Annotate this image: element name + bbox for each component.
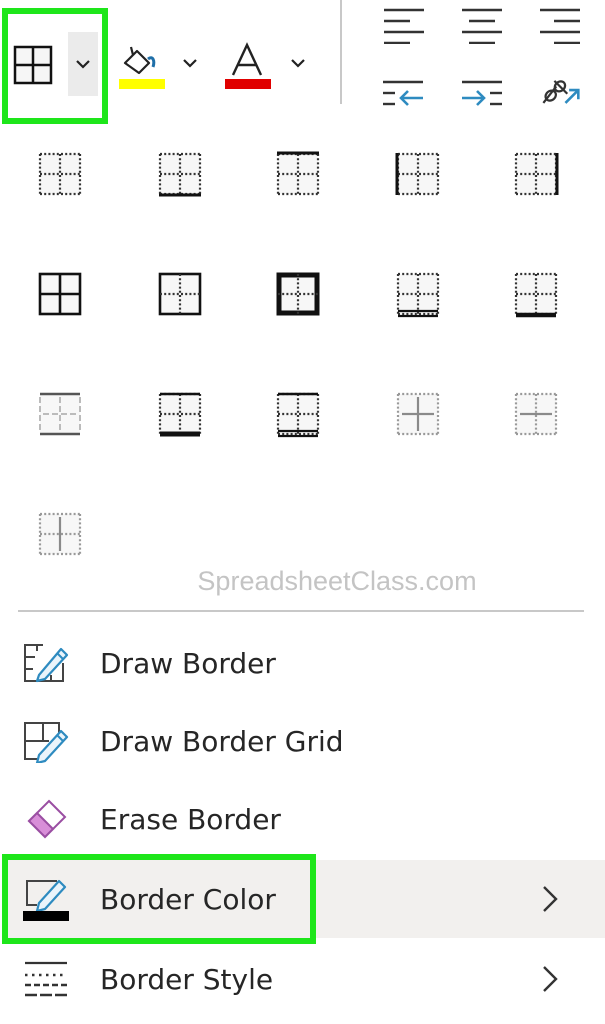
menu-item-border-style[interactable]: Border Style	[8, 940, 605, 1018]
inside-borders-icon	[396, 392, 440, 436]
font-color-dropdown-button[interactable]	[284, 40, 312, 86]
right-border-icon	[514, 152, 559, 196]
menu-item-erase-border[interactable]: Erase Border	[8, 780, 605, 858]
chevron-right-icon	[535, 962, 565, 996]
border-preset-inside-borders[interactable]	[388, 384, 448, 444]
chevron-down-icon	[183, 59, 197, 68]
thick-bottom-border-icon	[514, 272, 558, 318]
borders-dropdown-button[interactable]	[68, 32, 98, 96]
decrease-indent-icon	[383, 80, 423, 106]
draw-border-icon	[16, 638, 76, 688]
borders-button[interactable]	[10, 40, 56, 90]
watermark-text: SpreadsheetClass.com	[197, 566, 477, 596]
ribbon-toolbar	[0, 0, 605, 108]
font-color-swatch	[225, 79, 271, 89]
outside-borders-icon	[158, 272, 202, 316]
border-preset-inside-horizontal-border[interactable]	[506, 384, 566, 444]
align-left-icon	[384, 8, 424, 44]
borders-icon	[13, 45, 53, 85]
align-left-button[interactable]	[380, 4, 426, 44]
border-preset-top-border[interactable]	[268, 144, 328, 204]
border-preset-top-and-double-bottom-border[interactable]	[268, 384, 328, 444]
menu-item-draw-border-grid[interactable]: Draw Border Grid	[8, 702, 605, 780]
inside-horizontal-border-icon	[514, 392, 558, 436]
increase-indent-button[interactable]	[459, 76, 505, 106]
border-preset-bottom-double-border[interactable]	[388, 264, 448, 324]
menu-divider	[18, 610, 584, 612]
top-and-double-bottom-border-icon	[276, 392, 320, 438]
border-style-icon	[16, 954, 76, 1004]
toolbar-separator	[340, 0, 342, 104]
no-border-icon	[38, 152, 82, 196]
top-and-thick-bottom-border-icon	[158, 392, 202, 437]
border-color-icon	[16, 874, 76, 924]
eraser-icon	[16, 794, 76, 844]
align-center-button[interactable]	[459, 4, 505, 44]
align-center-icon	[462, 8, 502, 44]
border-preset-all-borders[interactable]	[30, 264, 90, 324]
chevron-right-icon	[535, 882, 565, 916]
menu-item-draw-border[interactable]: Draw Border	[8, 624, 605, 702]
thick-outside-borders-icon	[276, 272, 320, 316]
fill-color-dropdown-button[interactable]	[176, 40, 204, 86]
border-preset-no-border[interactable]	[30, 144, 90, 204]
border-preset-right-border[interactable]	[506, 144, 566, 204]
menu-item-border-color[interactable]: Border Color	[8, 860, 605, 938]
increase-indent-icon	[462, 80, 502, 106]
menu-item-label: Draw Border	[100, 646, 276, 680]
border-preset-left-border[interactable]	[388, 144, 448, 204]
top-border-icon	[276, 151, 320, 196]
border-preset-top-and-thick-bottom-border[interactable]	[150, 384, 210, 444]
border-preset-outside-borders[interactable]	[150, 264, 210, 324]
draw-border-grid-icon	[16, 716, 76, 766]
fill-color-swatch	[119, 79, 165, 89]
decrease-indent-button[interactable]	[380, 76, 426, 106]
fill-color-button[interactable]	[116, 40, 168, 92]
align-right-button[interactable]	[538, 4, 584, 44]
menu-item-label: Border Color	[100, 882, 276, 916]
align-right-icon	[540, 8, 580, 44]
border-preset-thick-outside-borders[interactable]	[268, 264, 328, 324]
border-preset-top-and-bottom-border[interactable]	[30, 384, 90, 444]
menu-item-label: Border Style	[100, 962, 274, 996]
border-preset-bottom-border[interactable]	[150, 144, 210, 204]
inside-vertical-border-icon	[38, 512, 82, 556]
paint-bucket-icon	[119, 46, 165, 89]
font-color-button[interactable]	[222, 40, 274, 92]
top-and-bottom-border-icon	[39, 392, 81, 436]
text-orientation-icon	[542, 80, 580, 104]
bottom-double-border-icon	[396, 272, 440, 318]
all-borders-icon	[38, 272, 82, 316]
border-preset-thick-bottom-border[interactable]	[506, 264, 566, 324]
menu-item-label: Erase Border	[100, 802, 281, 836]
border-preset-inside-vertical-border[interactable]	[30, 504, 90, 564]
bottom-border-icon	[158, 152, 202, 197]
font-color-icon	[225, 42, 271, 89]
chevron-down-icon	[76, 60, 90, 69]
chevron-down-icon	[291, 59, 305, 68]
menu-item-label: Draw Border Grid	[100, 724, 344, 758]
borders-dropdown-menu: SpreadsheetClass.com Draw Border Draw Bo…	[0, 108, 605, 1024]
left-border-icon	[395, 152, 440, 196]
orientation-button[interactable]	[536, 76, 582, 106]
